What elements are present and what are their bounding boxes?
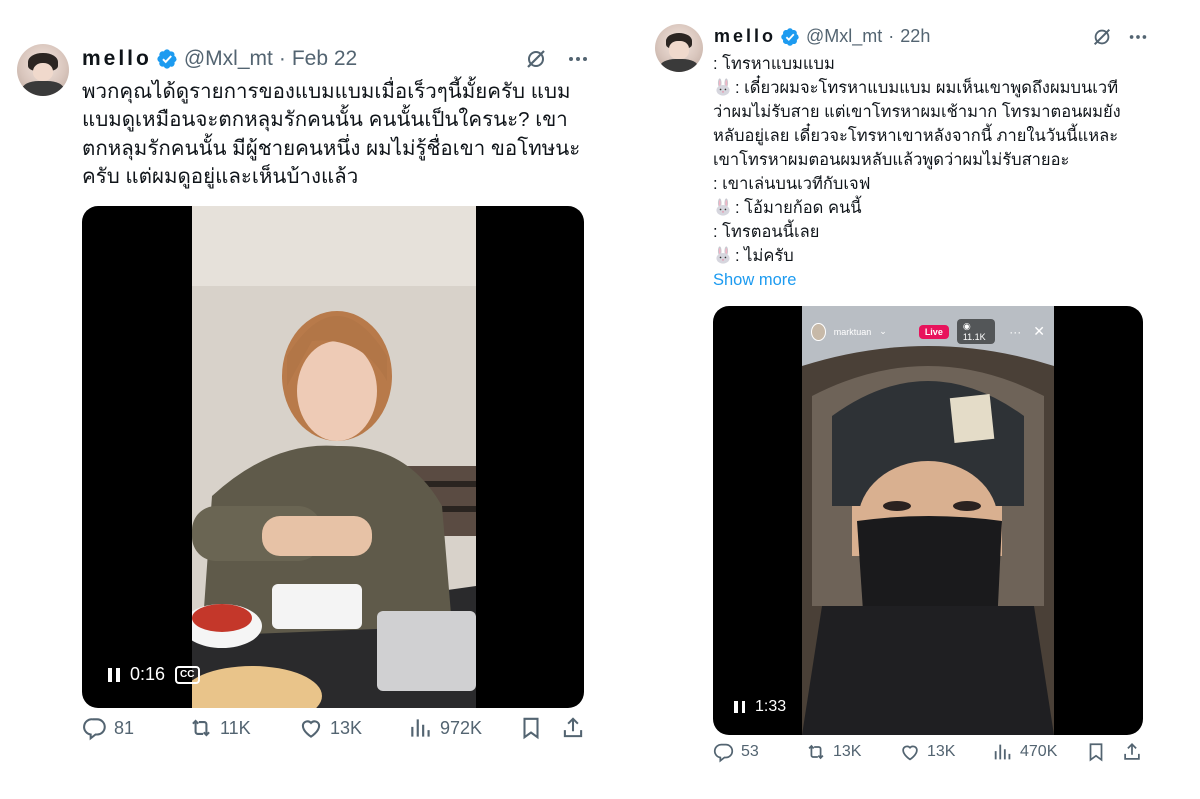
like-icon	[899, 741, 921, 763]
timestamp[interactable]: Feb 22	[292, 47, 357, 71]
show-more-link[interactable]: Show more	[713, 268, 1121, 292]
chevron-down-icon: ⌄	[879, 326, 887, 336]
views-count: 470K	[1020, 743, 1058, 760]
bookmark-button[interactable]	[518, 715, 544, 741]
repost-icon	[805, 741, 827, 763]
eye-icon: ◉	[962, 321, 971, 331]
views-count: 972K	[440, 717, 483, 738]
tweet-header: mello @Mxl_mt · Feb 22	[82, 47, 357, 71]
separator-dot: ·	[888, 26, 895, 46]
views-icon	[408, 715, 434, 741]
repost-count: 13K	[833, 743, 862, 760]
tweet-text-line: : โอ้มายก้อด คนนี้	[713, 196, 1121, 220]
share-button[interactable]	[560, 715, 586, 741]
video-thumbnail	[802, 306, 1054, 735]
avatar[interactable]	[17, 44, 69, 96]
video-frame	[802, 306, 1054, 735]
repost-count: 11K	[220, 717, 251, 738]
share-button[interactable]	[1121, 741, 1143, 763]
pause-icon[interactable]	[734, 701, 745, 713]
streamer-username: marktuan	[833, 326, 872, 337]
handle[interactable]: @Mxl_mt	[806, 26, 882, 47]
video-time: 0:16	[130, 664, 166, 684]
tweet-text-line: ว่าผมไม่รับสาย แต่เขาโทรหาผมเช้ามาก โทรม…	[713, 103, 1121, 121]
live-badge: Live	[918, 324, 949, 339]
reply-count: 53	[741, 743, 759, 760]
repost-button[interactable]: 11K	[188, 715, 251, 741]
rabbit-emoji-icon	[713, 78, 733, 96]
pause-icon[interactable]	[108, 667, 120, 682]
tweet-text-line: ครับ แต่ผมดูอยู่และเห็นบ้างแล้ว	[82, 164, 359, 188]
tweet-text-line: หลับอยู่เลย เดี๋ยวจะโทรหาเขาหลังจากนี้ ภ…	[713, 127, 1119, 145]
rabbit-emoji-icon	[713, 198, 733, 216]
captions-icon[interactable]: CC	[175, 665, 200, 684]
video-controls: 0:16 CC	[108, 664, 200, 685]
reply-button[interactable]: 81	[82, 715, 134, 741]
reply-icon	[713, 741, 735, 763]
more-icon[interactable]	[566, 47, 590, 71]
live-header: marktuan ⌄ Live ◉ 11.1K ··· ✕	[811, 319, 1045, 344]
verified-badge-icon	[156, 48, 178, 70]
video-time: 1:33	[755, 698, 787, 715]
tweet-1: mello @Mxl_mt · Feb 22 พวกคุณได้ดูรายการ…	[0, 0, 600, 799]
grok-icon[interactable]	[524, 47, 548, 71]
like-icon	[298, 715, 324, 741]
tweet-text-line: แบมดูเหมือนจะตกหลุมรักคนนั้น คนนั้นเป็นใ…	[82, 108, 568, 132]
close-icon: ✕	[1033, 323, 1045, 339]
views-icon	[992, 741, 1014, 763]
viewer-count-badge: ◉ 11.1K	[956, 319, 996, 344]
display-name[interactable]: mello	[714, 26, 776, 47]
grok-icon[interactable]	[1091, 26, 1113, 48]
tweet-2: mello @Mxl_mt · 22h : โทรหาแบมแบม : เดี๋…	[600, 0, 1200, 799]
views-button[interactable]: 972K	[408, 715, 482, 741]
share-icon	[560, 715, 586, 741]
timestamp[interactable]: 22h	[900, 26, 930, 47]
tweet-text-line: : เขาเล่นบนเวทีกับเจฟ	[713, 175, 871, 193]
tweet-text-line: เขาโทรหาผมตอนผมหลับแล้วพูดว่าผมไม่รับสาย…	[713, 151, 1070, 169]
repost-button[interactable]: 13K	[805, 741, 861, 763]
video-thumbnail	[192, 206, 476, 708]
bookmark-icon	[518, 715, 544, 741]
video-frame	[192, 206, 476, 708]
more-icon[interactable]	[1127, 26, 1149, 48]
video-controls: 1:33	[734, 698, 786, 716]
reply-icon	[82, 715, 108, 741]
rabbit-emoji-icon	[713, 246, 733, 264]
tweet-text: : โทรหาแบมแบม : เดี๋ยวผมจะโทรหาแบมแบม ผม…	[713, 52, 1121, 292]
repost-icon	[188, 715, 214, 741]
tweet-text-line: พวกคุณได้ดูรายการของแบมแบมเมื่อเร็วๆนี้ม…	[82, 80, 571, 103]
tweet-text-line: ตกหลุมรักคนนั้น มีผู้ชายคนหนึ่ง ผมไม่รู้…	[82, 136, 581, 160]
bookmark-icon	[1085, 741, 1107, 763]
views-button[interactable]: 470K	[992, 741, 1057, 763]
reply-count: 81	[114, 717, 135, 738]
like-button[interactable]: 13K	[298, 715, 362, 741]
share-icon	[1121, 741, 1143, 763]
tweet-text-line: : โทรหาแบมแบม	[713, 55, 835, 73]
reply-button[interactable]: 53	[713, 741, 759, 763]
tweet-header: mello @Mxl_mt · 22h	[714, 26, 930, 47]
avatar[interactable]	[655, 24, 703, 72]
tweet-text: พวกคุณได้ดูรายการของแบมแบมเมื่อเร็วๆนี้ม…	[82, 78, 580, 191]
streamer-avatar	[811, 322, 826, 341]
handle[interactable]: @Mxl_mt	[184, 47, 273, 71]
display-name[interactable]: mello	[82, 47, 152, 71]
separator-dot: ·	[278, 47, 286, 70]
like-button[interactable]: 13K	[899, 741, 955, 763]
bookmark-button[interactable]	[1085, 741, 1107, 763]
tweet-text-line: : เดี๋ยวผมจะโทรหาแบมแบม ผมเห็นเขาพูดถึงผ…	[713, 76, 1121, 100]
video-player[interactable]: 0:16 CC	[82, 206, 584, 708]
like-count: 13K	[927, 743, 956, 760]
tweet-text-line: : ไม่ครับ	[713, 244, 1121, 268]
video-player[interactable]: marktuan ⌄ Live ◉ 11.1K ··· ✕ 1:33	[713, 306, 1143, 735]
like-count: 13K	[330, 717, 363, 738]
tweet-text-line: : โทรตอนนี้เลย	[713, 223, 820, 241]
verified-badge-icon	[780, 27, 800, 47]
more-icon: ···	[1009, 324, 1022, 339]
